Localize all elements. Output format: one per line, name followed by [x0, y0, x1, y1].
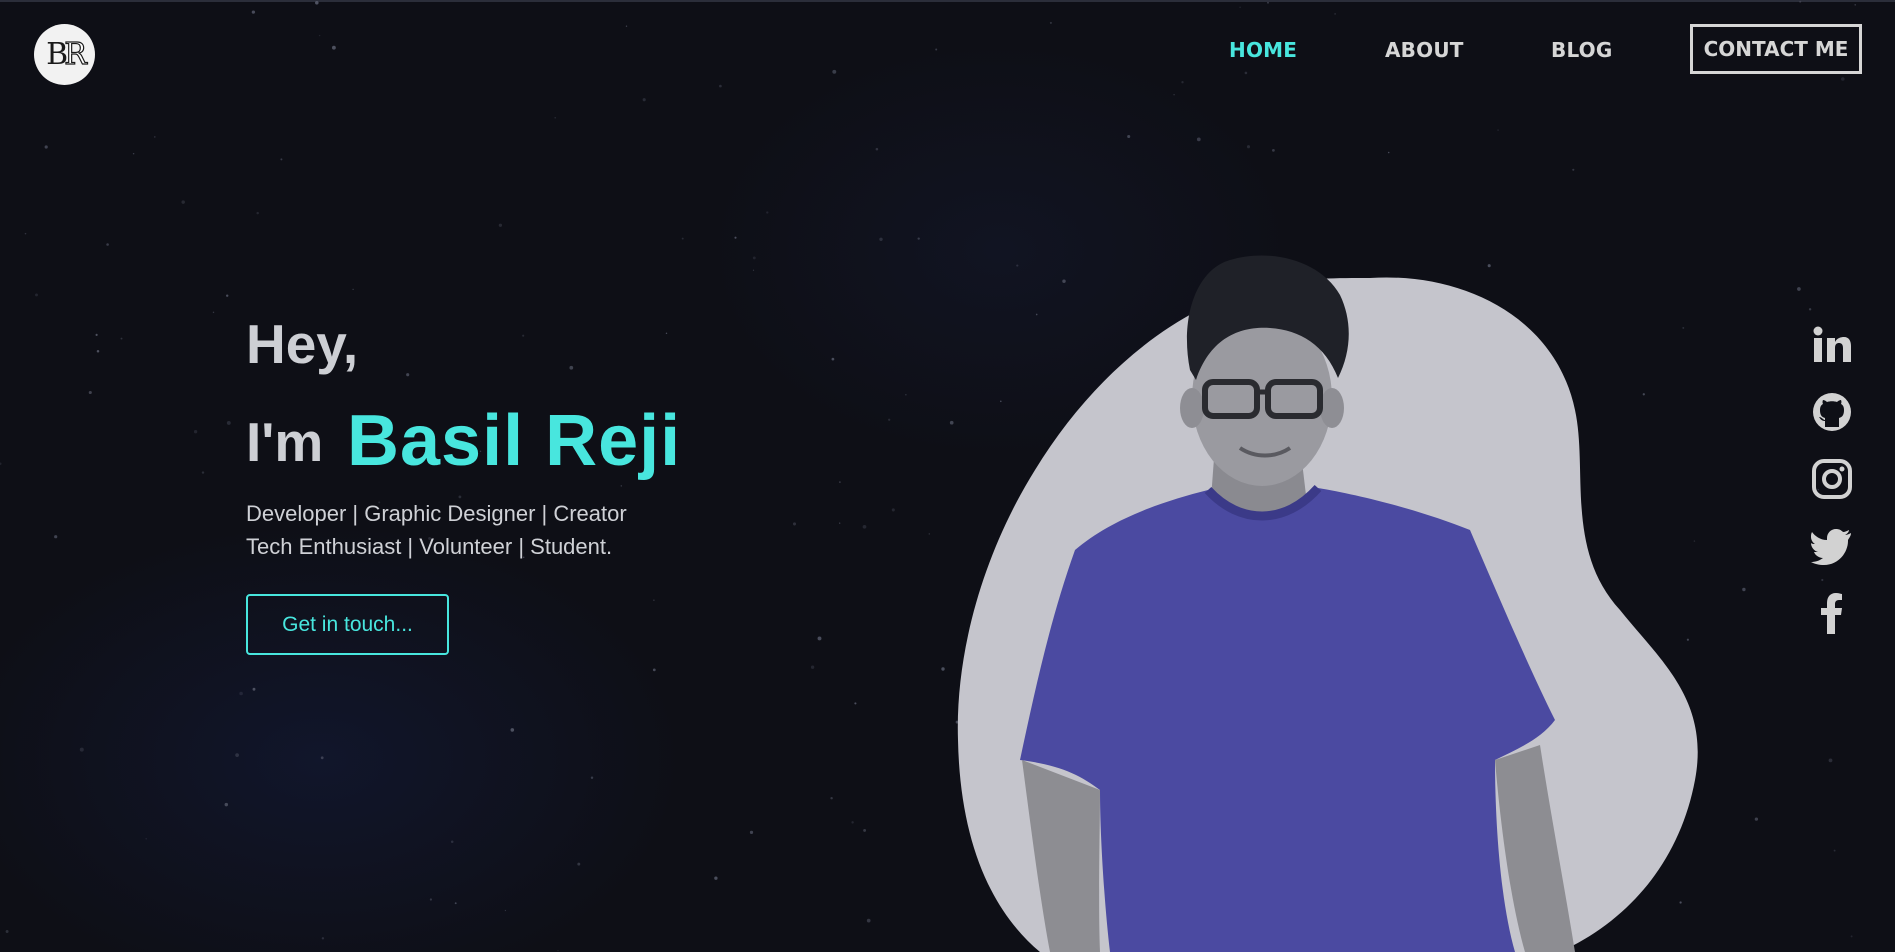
hero-tagline: Developer | Graphic Designer | Creator T…	[246, 497, 627, 563]
github-icon[interactable]	[1810, 390, 1854, 434]
twitter-icon[interactable]	[1810, 524, 1854, 568]
tagline-line-2: Tech Enthusiast | Volunteer | Student.	[246, 534, 613, 559]
hero-intro: I'm	[246, 411, 324, 473]
nav-home-link[interactable]: HOME	[1229, 38, 1297, 62]
nav-blog-link[interactable]: BLOG	[1551, 38, 1613, 62]
get-in-touch-button[interactable]: Get in touch...	[246, 594, 449, 655]
site-logo[interactable]: BR	[34, 24, 95, 85]
facebook-icon[interactable]	[1810, 591, 1854, 635]
hero-name: Basil Reji	[347, 401, 682, 481]
profile-portrait-image	[957, 255, 1698, 952]
page: BR HOME ABOUT BLOG CONTACT ME Hey, I'm B…	[0, 0, 1895, 952]
linkedin-icon[interactable]	[1810, 323, 1854, 367]
nav-about-link[interactable]: ABOUT	[1385, 38, 1464, 62]
tagline-line-1: Developer | Graphic Designer | Creator	[246, 501, 627, 526]
logo-letter-r: R	[64, 36, 88, 72]
logo-letter-b: B	[46, 37, 68, 72]
contact-me-button[interactable]: CONTACT ME	[1690, 24, 1862, 74]
instagram-icon[interactable]	[1810, 457, 1854, 501]
hero-greeting: Hey,	[246, 313, 359, 375]
